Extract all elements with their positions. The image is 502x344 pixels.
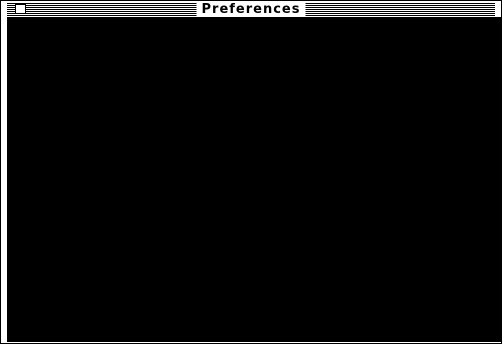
window-title: Preferences [196, 2, 306, 17]
preferences-window: Preferences [0, 0, 502, 344]
content-area [7, 17, 502, 342]
title-bar[interactable]: Preferences [7, 2, 495, 17]
close-box-icon[interactable] [15, 4, 26, 14]
